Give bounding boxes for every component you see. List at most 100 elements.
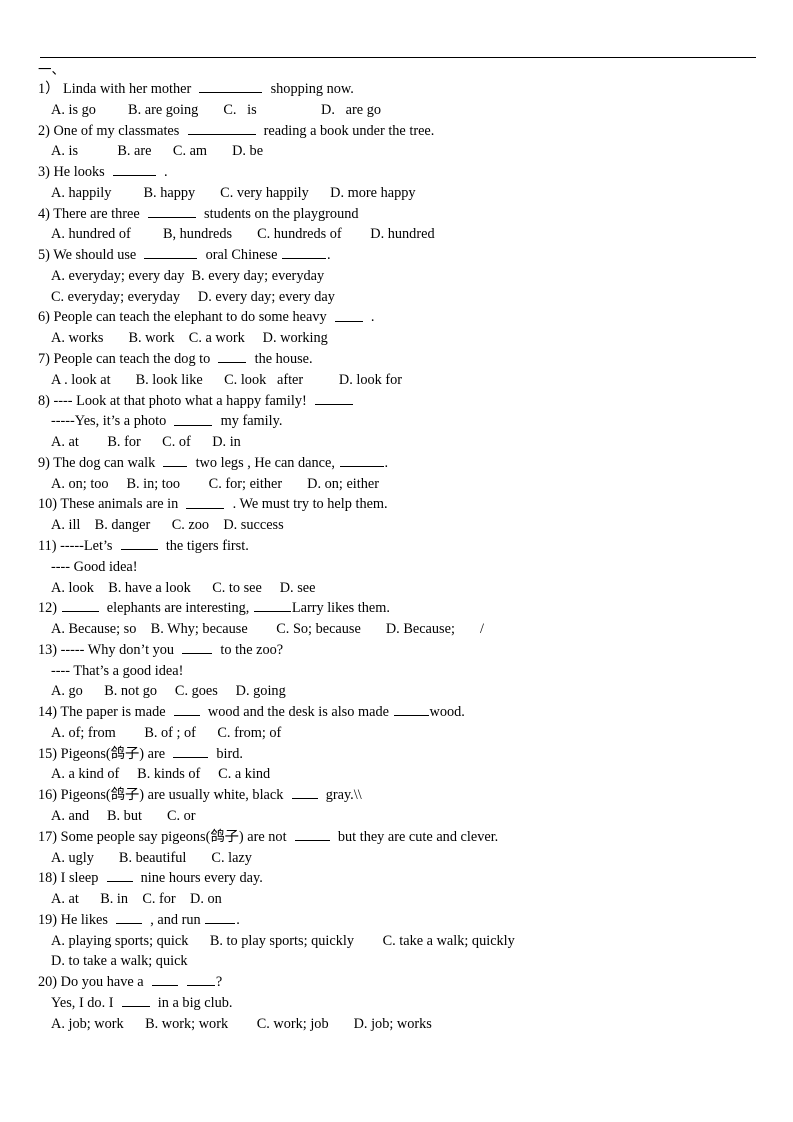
question-options[interactable]: A. job; work B. work; work C. work; job … [38, 1014, 768, 1035]
question-stem: 18) I sleep nine hours every day. [38, 868, 768, 889]
stem-text [319, 787, 326, 803]
question-stem: 9) The dog can walk two legs , He can da… [38, 453, 768, 474]
stem-text: People can teach the elephant to do some… [53, 309, 334, 326]
question-options[interactable]: A. happily B. happy C. very happily D. m… [38, 183, 768, 204]
stem-text: Pigeons(鸽子) are [60, 745, 173, 762]
answer-blank[interactable] [187, 121, 256, 135]
question-stem: 1） Linda with her mother shopping now. [38, 79, 768, 100]
stem-text: nine hours every day. [140, 870, 263, 887]
stem-text: I sleep [60, 870, 106, 887]
question-options[interactable]: A. a kind of B. kinds of C. a kind [38, 764, 768, 785]
stem-text: . We must try to help them. [232, 496, 388, 513]
question-options[interactable]: A. and B. but C. or [38, 806, 768, 827]
answer-blank[interactable] [147, 204, 196, 218]
answer-blank[interactable] [121, 993, 150, 1008]
stem-text: gray.\\ [325, 787, 362, 804]
question-number: 11) [38, 538, 61, 555]
stem-text: ----- Why don’t you [60, 641, 182, 658]
stem-text: Some people say pigeons(鸽子) are not [60, 828, 294, 845]
question-options[interactable]: A. playing sports; quick B. to play spor… [38, 931, 768, 952]
answer-blank[interactable] [218, 349, 247, 364]
question-stem: 19) He likes , and run . [38, 910, 768, 931]
answer-blank[interactable] [314, 391, 353, 405]
answer-blank[interactable] [253, 598, 291, 613]
answer-blank[interactable] [173, 744, 209, 758]
answer-blank[interactable] [174, 411, 213, 426]
stem-text: shopping now. [270, 81, 354, 98]
worksheet-content: 一、 1） Linda with her mother shopping now… [38, 62, 768, 1034]
stem-text: the house. [254, 351, 313, 368]
stem-text [247, 351, 254, 367]
question-item: 4) There are three students on the playg… [38, 204, 768, 246]
stem-text [198, 247, 205, 263]
question-options[interactable]: A. go B. not go C. goes D. going [38, 681, 768, 702]
question-options[interactable]: A. works B. work C. a work D. working [38, 328, 768, 349]
answer-blank[interactable] [199, 79, 263, 94]
question-stem: 3) He looks . [38, 162, 768, 183]
question-item: 7) People can teach the dog to the house… [38, 349, 768, 391]
question-options[interactable]: A. Because; so B. Why; because C. So; be… [38, 619, 768, 640]
answer-blank[interactable] [393, 702, 429, 717]
question-stem: 6) People can teach the elephant to do s… [38, 307, 768, 328]
stem-text: Yes, I do. I [51, 995, 121, 1012]
stem-text: We should use [53, 247, 144, 264]
question-options[interactable]: A. of; from B. of ; of C. from; of [38, 723, 768, 744]
answer-blank[interactable] [291, 785, 318, 800]
question-number: 19) [38, 911, 61, 928]
question-number: 4) [38, 205, 54, 222]
stem-text [134, 870, 141, 886]
answer-blank[interactable] [106, 868, 133, 883]
question-options[interactable]: A. is B. are C. am D. be [38, 141, 768, 162]
question-item: 10) These animals are in . We must try t… [38, 494, 768, 536]
question-number: 6) [38, 309, 54, 326]
answer-blank[interactable] [116, 910, 143, 924]
answer-blank[interactable] [151, 972, 178, 987]
stem-text [197, 206, 204, 222]
answer-blank[interactable] [294, 827, 330, 841]
question-options[interactable]: A. is go B. are going C. is D. are go [38, 100, 768, 121]
answer-blank[interactable] [163, 453, 188, 468]
stem-text [257, 123, 264, 139]
question-options-overflow[interactable]: D. to take a walk; quick [38, 951, 768, 972]
question-options[interactable]: A . look at B. look like C. look after D… [38, 370, 768, 391]
question-options[interactable]: A. ugly B. beautiful C. lazy [38, 848, 768, 869]
question-options[interactable]: A. on; too B. in; too C. for; either D. … [38, 474, 768, 495]
question-stem: 7) People can teach the dog to the house… [38, 349, 768, 370]
question-options[interactable]: A. hundred of B, hundreds C. hundreds of… [38, 224, 768, 245]
answer-blank[interactable] [339, 453, 384, 468]
stem-text: . [370, 309, 375, 326]
answer-blank[interactable] [61, 598, 99, 613]
section-heading: 一、 [38, 62, 65, 77]
question-stem: 13) ----- Why don’t you to the zoo? [38, 640, 768, 661]
question-options[interactable]: A. ill B. danger C. zoo D. success [38, 515, 768, 536]
stem-text: The paper is made [60, 704, 173, 721]
question-item: 20) Do you have a ? Yes, I do. I in a big… [38, 972, 768, 1034]
question-options[interactable]: A. everyday; every day B. every day; eve… [38, 266, 768, 287]
answer-blank[interactable] [144, 245, 198, 260]
question-options-overflow[interactable]: C. everyday; everyday D. every day; ever… [38, 287, 768, 308]
answer-blank[interactable] [173, 702, 200, 717]
question-stem: 15) Pigeons(鸽子) are bird. [38, 744, 768, 765]
answer-blank[interactable] [186, 494, 225, 509]
question-item: 9) The dog can walk two legs , He can da… [38, 453, 768, 495]
question-options[interactable]: A. at B. for C. of D. in [38, 432, 768, 453]
question-continuation: ---- That’s a good idea! [38, 661, 768, 682]
answer-blank[interactable] [282, 245, 327, 260]
answer-blank[interactable] [186, 972, 215, 987]
stem-text: my family. [213, 413, 283, 430]
answer-blank[interactable] [334, 307, 363, 322]
answer-blank[interactable] [205, 910, 236, 924]
stem-text: One of my classmates [53, 122, 187, 139]
stem-text: Do you have a [60, 974, 151, 991]
question-number: 2) [38, 122, 54, 139]
question-options[interactable]: A. at B. in C. for D. on [38, 889, 768, 910]
answer-blank[interactable] [112, 162, 156, 177]
answer-blank[interactable] [120, 536, 158, 551]
question-item: 2) One of my classmates reading a book u… [38, 121, 768, 163]
question-stem: 8) ---- Look at that photo what a happy … [38, 391, 768, 412]
question-list: 1） Linda with her mother shopping now. A.… [38, 79, 768, 1034]
question-stem: 5) We should use oral Chinese . [38, 245, 768, 266]
question-options[interactable]: A. look B. have a look C. to see D. see [38, 578, 768, 599]
stem-text: He looks [53, 164, 112, 181]
answer-blank[interactable] [182, 640, 213, 654]
